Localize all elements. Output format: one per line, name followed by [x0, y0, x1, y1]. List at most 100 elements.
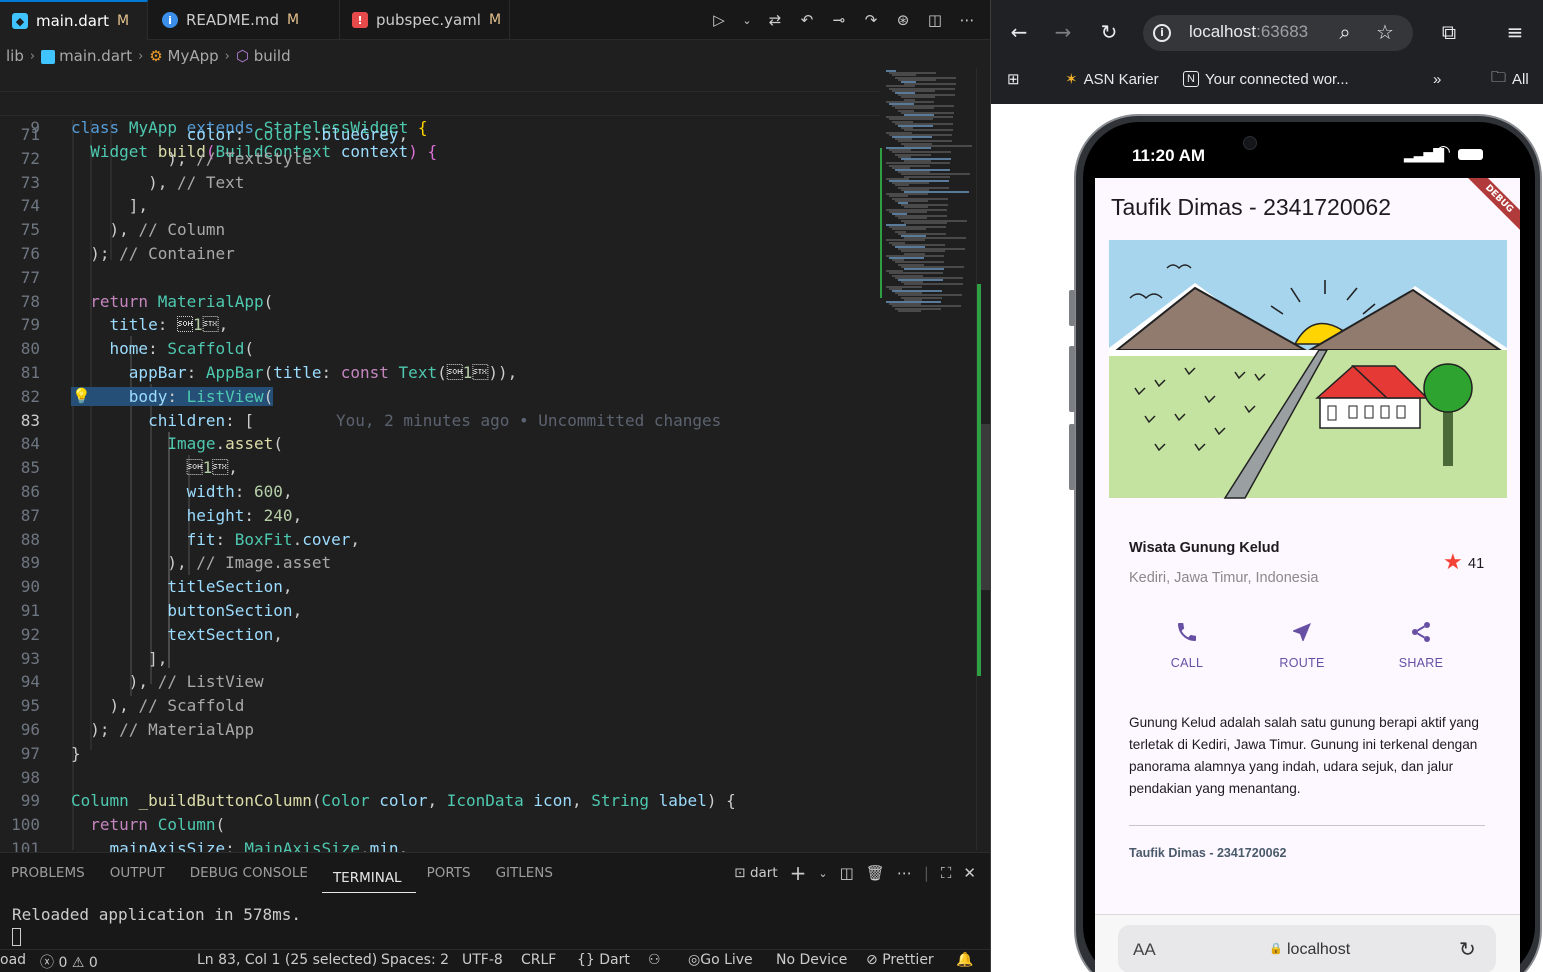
breadcrumb-method[interactable]: ⬡ build: [236, 47, 291, 65]
reader-text-size[interactable]: AA: [1133, 940, 1156, 960]
more-icon[interactable]: ⋯: [897, 864, 912, 882]
tab-terminal[interactable]: TERMINAL: [321, 863, 416, 893]
call-button[interactable]: CALL: [1137, 620, 1237, 670]
git-commit-icon[interactable]: ⊸: [830, 11, 848, 29]
scroll-thumb[interactable]: [981, 424, 990, 590]
route-button[interactable]: ROUTE: [1252, 620, 1352, 670]
code-line[interactable]: 99 Column _buildButtonColumn(Color color,…: [0, 789, 880, 813]
prettier[interactable]: ⊘ Prettier: [866, 952, 934, 968]
tab-ports[interactable]: PORTS: [416, 853, 485, 893]
code-line[interactable]: 91 buttonSection,: [0, 599, 880, 623]
status-item[interactable]: oad: [0, 952, 26, 968]
add-terminal-icon[interactable]: +: [790, 861, 807, 885]
forward-icon[interactable]: →: [1051, 20, 1075, 44]
all-bookmarks[interactable]: 🗀 All: [1491, 68, 1529, 90]
maximize-icon[interactable]: ⛶: [941, 864, 952, 882]
code-line[interactable]: 73 ), // Text: [0, 171, 880, 195]
code-area[interactable]: 5 class MyApp extends StatelessWidget { …: [0, 68, 880, 858]
more-icon[interactable]: ⋯: [958, 11, 976, 29]
tab-main-dart[interactable]: ◆ main.dart M: [0, 0, 148, 40]
code-line[interactable]: 82 body: ListView(💡: [0, 385, 880, 409]
code-line[interactable]: 78 return MaterialApp(: [0, 290, 880, 314]
go-live[interactable]: ◎Go Live: [688, 952, 753, 968]
compare-icon[interactable]: ⇄: [766, 11, 784, 29]
split-editor-icon[interactable]: ◫: [926, 11, 944, 29]
code-line[interactable]: 74 ],: [0, 194, 880, 218]
tab-readme[interactable]: i README.md M: [150, 0, 340, 40]
code-line[interactable]: 98: [0, 766, 880, 790]
bookmark-connected[interactable]: N Your connected wor...: [1183, 68, 1349, 90]
code-line[interactable]: 89 ), // Image.asset: [0, 551, 880, 575]
reload-icon[interactable]: ↻: [1097, 20, 1121, 44]
reload-icon[interactable]: ↻: [1459, 937, 1476, 961]
code-line[interactable]: 79 title: 1,: [0, 313, 880, 337]
terminal-selector[interactable]: ⊡ dart: [734, 865, 777, 881]
tab-problems[interactable]: PROBLEMS: [0, 853, 99, 893]
code-line[interactable]: 80 home: Scaffold(: [0, 337, 880, 361]
star-bookmark-icon[interactable]: ☆: [1373, 20, 1397, 44]
code-line[interactable]: 94 ), // ListView: [0, 670, 880, 694]
zoom-icon[interactable]: ⌕: [1333, 20, 1357, 44]
git-back-icon[interactable]: ↶: [798, 11, 816, 29]
code-line[interactable]: 95 ), // Scaffold: [0, 694, 880, 718]
media-icon[interactable]: ≡: [1503, 20, 1527, 44]
line-ending[interactable]: CRLF: [521, 952, 556, 968]
code-line[interactable]: 71 color: Colors.blueGrey,: [0, 123, 880, 147]
gitlens-icon[interactable]: ⊛: [894, 11, 912, 29]
git-forward-icon[interactable]: ↷: [862, 11, 880, 29]
copilot-icon[interactable]: ⚇: [648, 952, 661, 968]
code-line[interactable]: 81 appBar: AppBar(title: const Text(1)…: [0, 361, 880, 385]
sticky-line[interactable]: 5 class MyApp extends StatelessWidget {: [0, 68, 880, 137]
breadcrumb-file[interactable]: main.dart: [41, 47, 132, 65]
breadcrumb-folder[interactable]: lib: [6, 47, 24, 65]
site-info-icon[interactable]: i: [1153, 24, 1171, 42]
code-line[interactable]: 77: [0, 266, 880, 290]
tab-output[interactable]: OUTPUT: [99, 853, 179, 893]
tab-gitlens[interactable]: GITLENS: [485, 853, 567, 893]
code-line[interactable]: 72 ), // TextStyle: [0, 147, 880, 171]
run-icon[interactable]: ▷: [710, 11, 728, 29]
extensions-icon[interactable]: ⧉: [1437, 20, 1461, 44]
close-icon[interactable]: ✕: [963, 864, 976, 882]
vertical-scrollbar[interactable]: [976, 68, 990, 850]
code-line[interactable]: 97}: [0, 742, 880, 766]
url-text[interactable]: localhost:63683: [1189, 22, 1308, 42]
mountain-image: [1095, 238, 1520, 502]
apps-icon[interactable]: ⊞: [1007, 68, 1020, 90]
code-line[interactable]: 100 return Column(: [0, 813, 880, 837]
chevron-down-icon[interactable]: ⌄: [742, 11, 752, 29]
code-line[interactable]: 87 height: 240,: [0, 504, 880, 528]
code-line[interactable]: 88 fit: BoxFit.cover,: [0, 528, 880, 552]
code-line[interactable]: 90 titleSection,: [0, 575, 880, 599]
code-line[interactable]: 92 textSection,: [0, 623, 880, 647]
back-icon[interactable]: ←: [1007, 20, 1031, 44]
problems-indicator[interactable]: ⓧ 0 ⚠ 0: [40, 952, 98, 972]
language-mode[interactable]: {} Dart: [577, 952, 630, 968]
tab-debug-console[interactable]: DEBUG CONSOLE: [179, 853, 322, 893]
split-terminal-icon[interactable]: ◫: [840, 864, 854, 882]
share-button[interactable]: SHARE: [1371, 620, 1471, 670]
code-line[interactable]: 83 children: [You, 2 minutes ago • Uncom…: [0, 409, 880, 433]
chevron-down-icon[interactable]: ⌄: [818, 867, 827, 880]
notifications-icon[interactable]: 🔔: [956, 952, 973, 968]
code-line[interactable]: 84 Image.asset(: [0, 432, 880, 456]
code-line[interactable]: 85 1,: [0, 456, 880, 480]
code-line[interactable]: 96 ); // MaterialApp: [0, 718, 880, 742]
code-line[interactable]: 93 ],: [0, 647, 880, 671]
code-line[interactable]: 75 ), // Column: [0, 218, 880, 242]
encoding[interactable]: UTF-8: [462, 952, 503, 968]
lightbulb-icon[interactable]: 💡: [72, 385, 91, 409]
minimap[interactable]: [880, 68, 976, 850]
code-line[interactable]: 86 width: 600,: [0, 480, 880, 504]
more-bookmarks-icon[interactable]: »: [1433, 68, 1441, 90]
code-line[interactable]: 76 ); // Container: [0, 242, 880, 266]
device-selector[interactable]: No Device: [776, 952, 847, 968]
terminal-output[interactable]: Reloaded application in 578ms.: [12, 905, 301, 924]
tab-pubspec[interactable]: ! pubspec.yaml M: [340, 0, 510, 40]
bookmark-asn-karier[interactable]: ✶ ASN Karier: [1065, 68, 1159, 90]
sticky-line[interactable]: 9 Widget build(BuildContext context) {: [0, 92, 880, 161]
trash-icon[interactable]: 🗑: [866, 864, 885, 882]
cursor-position[interactable]: Ln 83, Col 1 (25 selected): [197, 952, 377, 968]
indentation[interactable]: Spaces: 2: [381, 952, 449, 968]
breadcrumb-class[interactable]: ⚙ MyApp: [149, 47, 218, 65]
